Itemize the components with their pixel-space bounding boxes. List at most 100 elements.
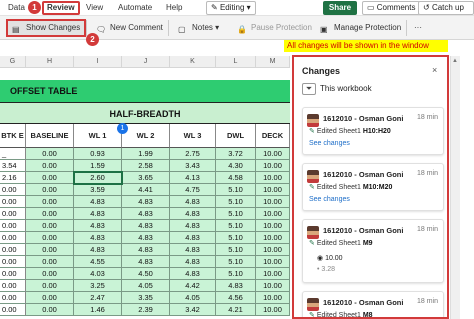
table-cell[interactable]: 5.10 [216, 268, 256, 280]
table-cell[interactable]: 0.00 [26, 160, 74, 172]
table-cell[interactable]: 0.00 [26, 244, 74, 256]
table-cell[interactable]: 2.60 [73, 171, 123, 185]
table-cell[interactable]: 4.83 [170, 232, 216, 244]
column-heading[interactable]: DWL [216, 124, 256, 148]
column-header-k[interactable]: K [170, 56, 216, 68]
table-cell[interactable]: 4.83 [122, 256, 170, 268]
table-cell[interactable]: 4.56 [216, 292, 256, 304]
table-cell[interactable]: 0.00 [26, 256, 74, 268]
filter-control[interactable]: ⏷ This workbook [302, 83, 372, 95]
comments-button[interactable]: ▭ Comments [362, 1, 421, 15]
column-header-j[interactable]: J [122, 56, 170, 68]
table-cell[interactable]: 4.58 [216, 172, 256, 184]
table-cell[interactable]: 4.41 [122, 184, 170, 196]
table-cell[interactable]: 4.83 [216, 280, 256, 292]
vertical-scrollbar[interactable] [450, 56, 460, 319]
table-cell[interactable]: 10.00 [256, 292, 290, 304]
filter-icon[interactable]: ⏷ [302, 83, 316, 95]
table-cell[interactable]: 0.00 [26, 304, 74, 316]
table-cell[interactable]: 10.00 [256, 232, 290, 244]
table-cell[interactable]: 4.83 [122, 208, 170, 220]
table-cell[interactable]: 0.00 [26, 172, 74, 184]
table-cell[interactable]: 4.83 [74, 232, 122, 244]
table-cell[interactable]: 3.43 [170, 160, 216, 172]
table-cell[interactable]: 10.00 [256, 160, 290, 172]
table-cell[interactable]: 3.54 [0, 160, 26, 172]
table-cell[interactable]: 4.13 [170, 172, 216, 184]
table-cell[interactable]: 0.00 [26, 148, 74, 160]
table-cell[interactable]: 1.99 [122, 148, 170, 160]
table-cell[interactable]: 5.10 [216, 244, 256, 256]
table-cell[interactable]: 0.00 [0, 232, 26, 244]
table-cell[interactable]: 4.05 [122, 280, 170, 292]
table-cell[interactable]: 3.59 [74, 184, 122, 196]
table-cell[interactable]: 1.59 [74, 160, 122, 172]
table-cell[interactable]: 0.00 [0, 304, 26, 316]
table-cell[interactable]: 4.30 [216, 160, 256, 172]
table-cell[interactable]: 5.10 [216, 208, 256, 220]
table-cell[interactable]: 4.83 [122, 244, 170, 256]
more-options-button[interactable]: ··· [414, 19, 422, 37]
table-cell[interactable]: 0.00 [0, 244, 26, 256]
table-cell[interactable]: 4.03 [74, 268, 122, 280]
table-cell[interactable]: 4.83 [74, 196, 122, 208]
table-cell[interactable]: 0.00 [0, 220, 26, 232]
show-changes-button[interactable]: ▤ Show Changes [6, 19, 87, 37]
tab-help[interactable]: Help [166, 2, 182, 14]
column-heading[interactable]: WL 2 [122, 124, 170, 148]
column-heading[interactable]: WL 1 [74, 124, 122, 148]
table-cell[interactable]: 0.00 [26, 184, 74, 196]
column-heading[interactable]: BASELINE [26, 124, 74, 148]
table-cell[interactable]: 4.55 [74, 256, 122, 268]
column-header-i[interactable]: I [74, 56, 122, 68]
table-cell[interactable]: 10.00 [256, 256, 290, 268]
table-cell[interactable]: 0.00 [26, 280, 74, 292]
catchup-button[interactable]: ↺ Catch up [418, 1, 474, 15]
table-cell[interactable]: 10.00 [256, 196, 290, 208]
tab-review[interactable]: Review [42, 1, 80, 15]
table-cell[interactable]: 1.46 [74, 304, 122, 316]
table-cell[interactable]: 10.00 [256, 244, 290, 256]
table-cell[interactable]: 10.00 [256, 184, 290, 196]
column-header-l[interactable]: L [216, 56, 256, 68]
table-cell[interactable]: 10.00 [256, 220, 290, 232]
table-cell[interactable]: 10.00 [256, 280, 290, 292]
table-cell[interactable]: 4.83 [74, 220, 122, 232]
table-cell[interactable]: _ [0, 148, 26, 160]
table-cell[interactable]: 4.05 [170, 292, 216, 304]
table-cell[interactable]: 4.42 [170, 280, 216, 292]
table-cell[interactable]: 2.47 [74, 292, 122, 304]
see-changes-link[interactable]: See changes [309, 196, 350, 203]
table-cell[interactable]: 0.00 [0, 208, 26, 220]
tab-view[interactable]: View [86, 2, 103, 14]
see-changes-link[interactable]: See changes [309, 140, 350, 147]
table-cell[interactable]: 2.58 [122, 160, 170, 172]
table-cell[interactable]: 5.10 [216, 256, 256, 268]
manage-protection-button[interactable]: ▣ Manage Protection [320, 19, 401, 37]
table-cell[interactable]: 4.83 [122, 196, 170, 208]
table-cell[interactable]: 3.72 [216, 148, 256, 160]
table-cell[interactable]: 0.00 [26, 232, 74, 244]
table-cell[interactable]: 4.83 [122, 220, 170, 232]
table-cell[interactable]: 0.00 [26, 196, 74, 208]
table-cell[interactable]: 0.00 [26, 268, 74, 280]
table-cell[interactable]: 0.00 [26, 292, 74, 304]
change-card[interactable]: 1612010 - Osman Goni 18 min ✎ Edited Shee… [302, 163, 444, 211]
change-card[interactable]: 1612010 - Osman Goni 18 min ✎ Edited Shee… [302, 291, 444, 317]
table-cell[interactable]: 5.10 [216, 220, 256, 232]
table-cell[interactable]: 10.00 [256, 172, 290, 184]
notes-button[interactable]: ▢ Notes ▾ [178, 19, 219, 37]
column-header-h[interactable]: H [26, 56, 74, 68]
column-header-m[interactable]: M [256, 56, 290, 68]
column-heading[interactable]: BTK E [0, 124, 26, 148]
table-cell[interactable]: 4.83 [170, 256, 216, 268]
close-icon[interactable]: × [432, 65, 437, 75]
scroll-up-arrow-icon[interactable]: ▲ [452, 58, 458, 64]
table-cell[interactable]: 4.50 [122, 268, 170, 280]
table-cell[interactable]: 4.75 [170, 184, 216, 196]
table-cell[interactable]: 10.00 [256, 148, 290, 160]
table-cell[interactable]: 2.39 [122, 304, 170, 316]
table-cell[interactable]: 5.10 [216, 196, 256, 208]
spreadsheet-grid[interactable]: G H I J K L M OFFSET TABLE HALF-BREADTH … [0, 56, 290, 319]
table-cell[interactable]: 4.83 [170, 196, 216, 208]
